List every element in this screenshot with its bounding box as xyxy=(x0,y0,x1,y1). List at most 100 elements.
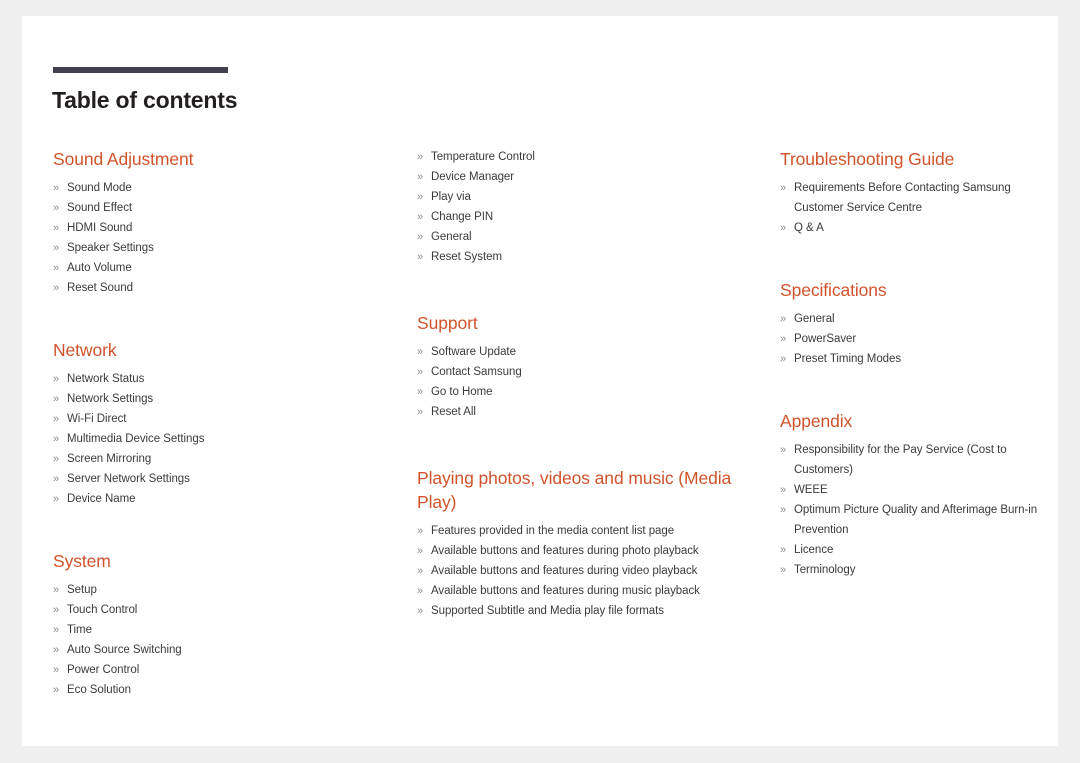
double-chevron-icon: » xyxy=(53,453,60,465)
double-chevron-icon: » xyxy=(417,525,424,537)
toc-entry-label: Q & A xyxy=(794,222,824,234)
double-chevron-icon: » xyxy=(53,242,60,254)
toc-section-heading[interactable]: Playing photos, videos and music (Media … xyxy=(417,466,757,514)
double-chevron-icon: » xyxy=(417,346,424,358)
double-chevron-icon: » xyxy=(53,373,60,385)
toc-entry[interactable]: » Q & A xyxy=(780,218,1042,238)
toc-entry[interactable]: » Device Manager xyxy=(417,167,757,187)
toc-item-list: » Software Update » Contact Samsung » Go to H… xyxy=(417,342,757,422)
toc-entry-label: Eco Solution xyxy=(67,684,131,696)
toc-entry[interactable]: » Terminology xyxy=(780,560,1042,580)
toc-entry[interactable]: » Software Update xyxy=(417,342,757,362)
toc-entry[interactable]: » Preset Timing Modes xyxy=(780,349,1042,369)
toc-entry[interactable]: » Licence xyxy=(780,540,1042,560)
toc-item-list: » Responsibility for the Pay Service (Cos… xyxy=(780,440,1042,580)
toc-entry[interactable]: » General xyxy=(780,309,1042,329)
double-chevron-icon: » xyxy=(417,171,424,183)
toc-entry[interactable]: » Time xyxy=(53,620,383,640)
toc-entry[interactable]: » Sound Mode xyxy=(53,178,383,198)
double-chevron-icon: » xyxy=(53,644,60,656)
double-chevron-icon: » xyxy=(53,202,60,214)
toc-entry[interactable]: » Server Network Settings xyxy=(53,469,383,489)
toc-entry[interactable]: » Device Name xyxy=(53,489,383,509)
toc-entry-label: Terminology xyxy=(794,564,856,576)
toc-entry[interactable]: » PowerSaver xyxy=(780,329,1042,349)
toc-entry[interactable]: » Auto Source Switching xyxy=(53,640,383,660)
toc-entry[interactable]: » Auto Volume xyxy=(53,258,383,278)
toc-entry[interactable]: » Features provided in the media content … xyxy=(417,521,757,541)
toc-entry-label: Auto Source Switching xyxy=(67,644,182,656)
double-chevron-icon: » xyxy=(780,504,787,516)
toc-entry[interactable]: » Power Control xyxy=(53,660,383,680)
toc-entry[interactable]: » Go to Home xyxy=(417,382,757,402)
toc-entry[interactable]: » WEEE xyxy=(780,480,1042,500)
toc-entry[interactable]: » Sound Effect xyxy=(53,198,383,218)
toc-section: Specifications » General » PowerSaver » Preset… xyxy=(780,278,1042,369)
toc-entry[interactable]: » Available buttons and features during m… xyxy=(417,581,757,601)
double-chevron-icon: » xyxy=(780,182,787,194)
double-chevron-icon: » xyxy=(417,211,424,223)
toc-entry[interactable]: » Multimedia Device Settings xyxy=(53,429,383,449)
toc-entry-label: Wi-Fi Direct xyxy=(67,413,127,425)
double-chevron-icon: » xyxy=(53,413,60,425)
toc-section-heading[interactable]: Troubleshooting Guide xyxy=(780,147,1042,171)
toc-entry[interactable]: » Change PIN xyxy=(417,207,757,227)
toc-entry[interactable]: » Play via xyxy=(417,187,757,207)
double-chevron-icon: » xyxy=(780,333,787,345)
toc-entry[interactable]: » Temperature Control xyxy=(417,147,757,167)
toc-entry[interactable]: » Requirements Before Contacting Samsung … xyxy=(780,178,1042,218)
toc-item-list: » Setup » Touch Control » Time » Auto Source Sw… xyxy=(53,580,383,700)
toc-entry[interactable]: » Available buttons and features during v… xyxy=(417,561,757,581)
toc-entry[interactable]: » Reset System xyxy=(417,247,757,267)
toc-entry[interactable]: » Network Settings xyxy=(53,389,383,409)
double-chevron-icon: » xyxy=(417,406,424,418)
toc-entry-label: Server Network Settings xyxy=(67,473,190,485)
double-chevron-icon: » xyxy=(780,313,787,325)
toc-entry-label: Contact Samsung xyxy=(431,366,522,378)
toc-column-middle: » Temperature Control » Device Manager » Play… xyxy=(417,147,757,621)
toc-entry[interactable]: » Available buttons and features during p… xyxy=(417,541,757,561)
toc-section-heading[interactable]: Appendix xyxy=(780,409,1042,433)
double-chevron-icon: » xyxy=(780,544,787,556)
toc-entry[interactable]: » General xyxy=(417,227,757,247)
double-chevron-icon: » xyxy=(53,604,60,616)
toc-section: Playing photos, videos and music (Media … xyxy=(417,466,757,621)
double-chevron-icon: » xyxy=(53,584,60,596)
toc-section: Sound Adjustment » Sound Mode » Sound Effect… xyxy=(53,147,383,298)
toc-entry[interactable]: » Contact Samsung xyxy=(417,362,757,382)
toc-entry[interactable]: » Wi-Fi Direct xyxy=(53,409,383,429)
toc-entry[interactable]: » Screen Mirroring xyxy=(53,449,383,469)
toc-entry[interactable]: » Speaker Settings xyxy=(53,238,383,258)
double-chevron-icon: » xyxy=(780,353,787,365)
toc-entry-label: Network Status xyxy=(67,373,145,385)
toc-entry[interactable]: » Touch Control xyxy=(53,600,383,620)
toc-item-list: » Temperature Control » Device Manager » Play… xyxy=(417,147,757,267)
toc-entry[interactable]: » Network Status xyxy=(53,369,383,389)
toc-entry-label: Sound Effect xyxy=(67,202,133,214)
toc-section-heading[interactable]: Network xyxy=(53,338,383,362)
double-chevron-icon: » xyxy=(417,605,424,617)
double-chevron-icon: » xyxy=(53,393,60,405)
toc-entry[interactable]: » Reset All xyxy=(417,402,757,422)
toc-section-heading[interactable]: Specifications xyxy=(780,278,1042,302)
double-chevron-icon: » xyxy=(417,545,424,557)
toc-entry[interactable]: » Responsibility for the Pay Service (Cos… xyxy=(780,440,1042,480)
double-chevron-icon: » xyxy=(780,564,787,576)
toc-entry-label: Licence xyxy=(794,544,834,556)
toc-entry[interactable]: » Optimum Picture Quality and Afterimage … xyxy=(780,500,1042,540)
toc-entry-label: Available buttons and features during mu… xyxy=(431,585,700,597)
toc-entry-label: Power Control xyxy=(67,664,140,676)
double-chevron-icon: » xyxy=(780,484,787,496)
toc-entry[interactable]: » Reset Sound xyxy=(53,278,383,298)
toc-entry[interactable]: » Supported Subtitle and Media play file … xyxy=(417,601,757,621)
toc-section-heading[interactable]: Support xyxy=(417,311,757,335)
double-chevron-icon: » xyxy=(53,684,60,696)
toc-section-heading[interactable]: System xyxy=(53,549,383,573)
double-chevron-icon: » xyxy=(53,433,60,445)
toc-entry-label: WEEE xyxy=(794,484,828,496)
double-chevron-icon: » xyxy=(417,565,424,577)
toc-entry[interactable]: » HDMI Sound xyxy=(53,218,383,238)
toc-entry[interactable]: » Eco Solution xyxy=(53,680,383,700)
toc-entry[interactable]: » Setup xyxy=(53,580,383,600)
toc-section-heading[interactable]: Sound Adjustment xyxy=(53,147,383,171)
